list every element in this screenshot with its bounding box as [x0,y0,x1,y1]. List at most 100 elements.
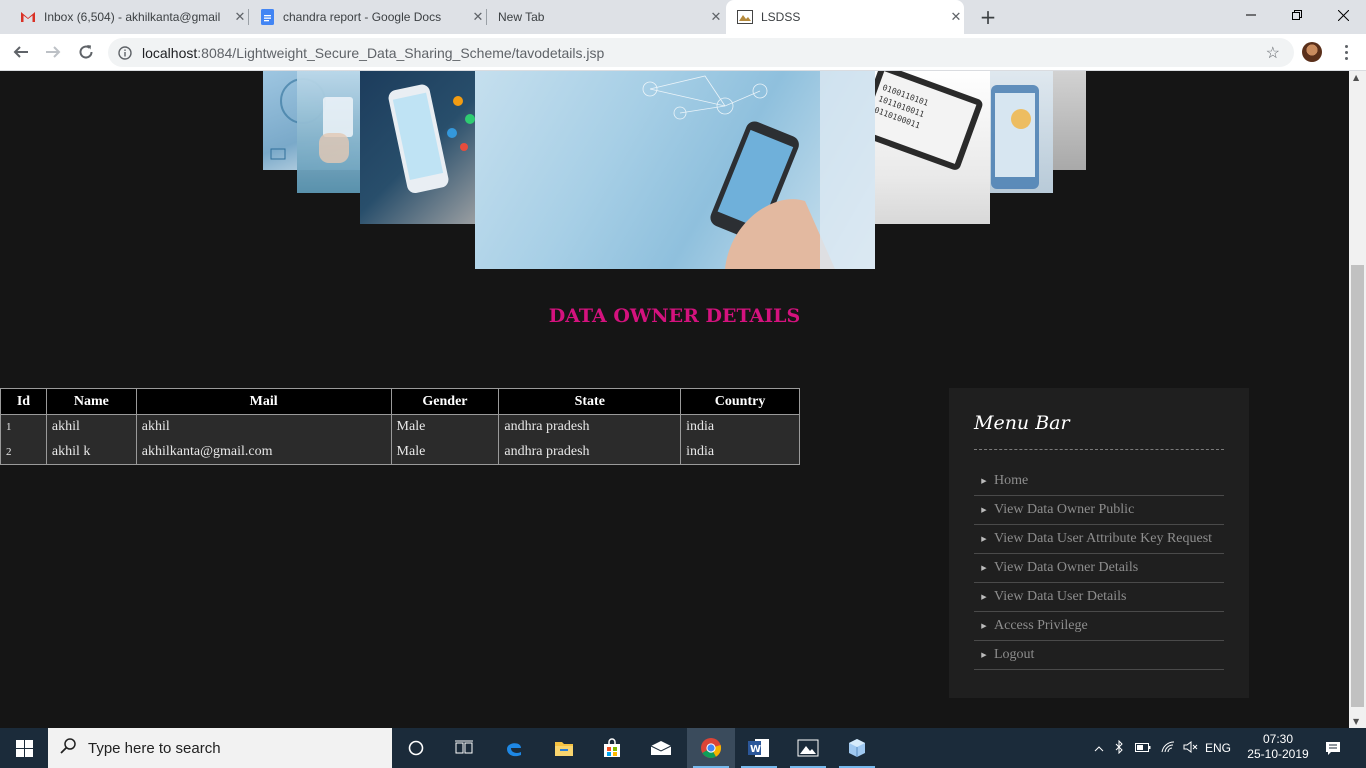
scroll-up-arrow-icon[interactable]: ▲ [1353,73,1359,82]
edge-button[interactable] [490,728,538,768]
menu-item-access-privilege[interactable]: ▶ Access Privilege [974,612,1224,641]
tab-title: Inbox (6,504) - akhilkanta@gmail [44,10,221,24]
system-tray: ENG [1090,728,1234,768]
tab-title: chandra report - Google Docs [283,10,442,24]
windows-taskbar: Type here to search W ENG 07:30 25-10-20… [0,728,1366,768]
scroll-down-arrow-icon[interactable]: ▼ [1353,717,1359,726]
chrome-menu-icon[interactable] [1336,42,1356,62]
browser-toolbar: localhost:8084/Lightweight_Secure_Data_S… [0,34,1366,71]
data-owner-table: Id Name Mail Gender State Country 1 akhi… [0,388,800,465]
slider-image[interactable]: 0100110101 1011010011 0110100011 [860,71,990,224]
photos-taskbar-button[interactable] [784,728,832,768]
tab-title: LSDSS [761,10,801,24]
cell-mail: akhil [135,414,392,440]
cell-state: andhra pradesh [498,439,682,465]
menu-item-view-data-user-details[interactable]: ▶ View Data User Details [974,583,1224,612]
action-center-button[interactable] [1310,728,1356,768]
cortana-button[interactable] [392,728,440,768]
menu-item-label: View Data Owner Public [994,502,1135,517]
menu-item-home[interactable]: ▶ Home [974,467,1224,496]
column-header-mail: Mail [135,388,392,415]
bluetooth-icon[interactable] [1108,739,1130,757]
task-view-icon [455,740,473,754]
menu-item-view-data-owner-details[interactable]: ▶ View Data Owner Details [974,554,1224,583]
cube-app-icon [849,739,865,757]
info-icon[interactable] [108,45,142,60]
tab-google-docs[interactable]: chandra report - Google Docs ✕ [250,0,486,34]
menu-item-label: Home [994,473,1029,488]
start-button[interactable] [0,728,48,768]
close-window-button[interactable] [1320,0,1366,30]
caret-right-icon: ▶ [981,651,987,659]
scrollbar-thumb[interactable] [1351,265,1364,707]
column-header-country: Country [680,388,800,415]
task-view-button[interactable] [440,728,488,768]
clock-date: 25-10-2019 [1247,747,1309,761]
tab-gmail[interactable]: Inbox (6,504) - akhilkanta@gmail ✕ [12,0,248,34]
mail-button[interactable] [637,728,685,768]
chrome-icon [701,738,722,758]
cell-mail: akhilkanta@gmail.com [135,439,392,465]
menu-item-label: Access Privilege [994,618,1088,633]
address-bar[interactable]: localhost:8084/Lightweight_Secure_Data_S… [108,38,1294,67]
input-language-indicator[interactable]: ENG [1202,741,1234,755]
back-button[interactable] [8,39,34,65]
word-taskbar-button[interactable]: W [735,728,783,768]
tab-new-tab[interactable]: New Tab ✕ [488,0,724,34]
close-icon[interactable]: ✕ [948,9,964,25]
minimize-button[interactable] [1228,0,1274,30]
show-hidden-icons-chevron-icon[interactable] [1090,741,1108,755]
cell-id: 2 [0,439,47,465]
slider-image[interactable] [985,71,1053,193]
volume-muted-icon[interactable] [1180,740,1202,756]
reload-button[interactable] [73,39,99,65]
menu-list: ▶ Home ▶ View Data Owner Public ▶ View Data… [974,467,1224,670]
profile-avatar[interactable] [1302,42,1322,62]
tab-lsdss[interactable]: LSDSS ✕ [726,0,964,34]
edge-icon [507,743,521,757]
system-clock[interactable]: 07:30 25-10-2019 [1238,732,1318,762]
cell-id: 1 [0,414,47,440]
menu-item-logout[interactable]: ▶ Logout [974,641,1224,670]
search-icon [48,737,88,759]
slider-main-image[interactable] [475,71,875,269]
docs-icon [259,9,275,25]
caret-right-icon: ▶ [981,622,987,630]
cortana-icon [408,740,424,756]
close-icon[interactable]: ✕ [708,9,724,25]
menu-item-label: View Data Owner Details [994,560,1139,575]
bookmark-star-icon[interactable]: ☆ [1266,43,1280,63]
close-icon[interactable]: ✕ [470,9,486,25]
notification-icon [1326,741,1340,755]
menu-item-view-data-owner-public[interactable]: ▶ View Data Owner Public [974,496,1224,525]
page-title-text: DATA OWNER DETAILS [548,305,801,327]
app-taskbar-button[interactable] [833,728,881,768]
browser-tab-strip: Inbox (6,504) - akhilkanta@gmail ✕ chand… [0,0,1366,34]
store-button[interactable] [588,728,636,768]
restore-button[interactable] [1274,0,1320,30]
taskbar-search-box[interactable]: Type here to search [48,728,392,768]
vertical-scrollbar[interactable]: ▲ ▼ [1349,71,1366,728]
windows-logo-icon [15,739,33,757]
cell-country: india [680,439,800,465]
battery-icon[interactable] [1130,741,1156,755]
slider-image[interactable] [360,71,490,224]
forward-arrow-icon [46,46,61,58]
cell-state: andhra pradesh [498,414,682,440]
new-tab-button[interactable]: + [976,5,1000,29]
menu-item-label: View Data User Attribute Key Request [994,531,1213,546]
menu-bar-title: Menu Bar [974,412,1070,434]
close-icon[interactable]: ✕ [232,9,248,25]
forward-button[interactable] [40,39,66,65]
chrome-taskbar-button[interactable] [687,728,735,768]
page-title: DATA OWNER DETAILS [0,305,1349,327]
file-explorer-button[interactable] [540,728,588,768]
cell-gender: Male [390,414,500,440]
menu-item-view-data-user-attribute-key-request[interactable]: ▶ View Data User Attribute Key Request [974,525,1224,554]
wifi-icon[interactable] [1156,740,1180,756]
column-header-name: Name [45,388,137,415]
caret-right-icon: ▶ [981,477,987,485]
column-header-state: State [498,388,682,415]
tab-separator [486,9,487,25]
column-header-gender: Gender [390,388,500,415]
